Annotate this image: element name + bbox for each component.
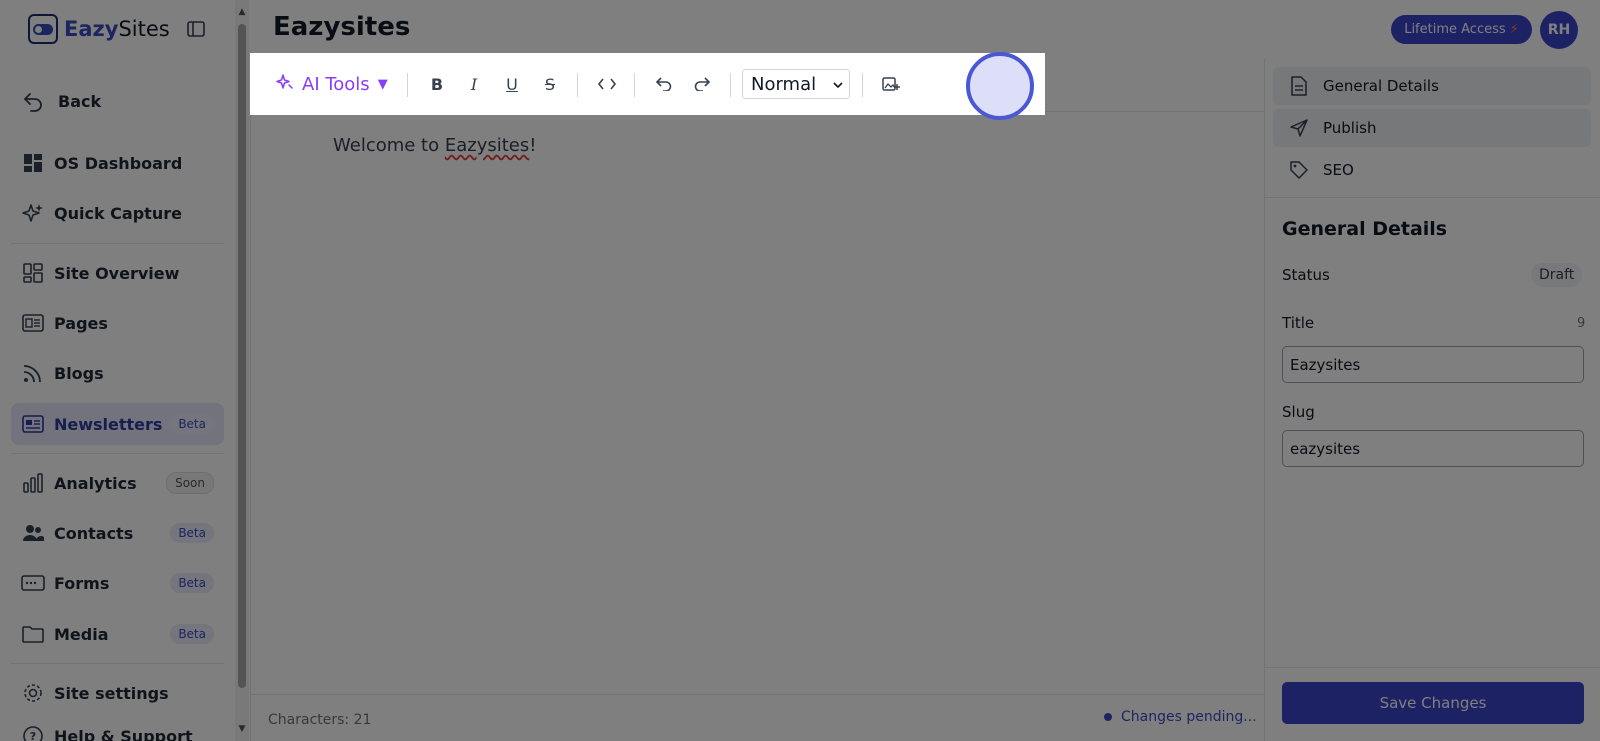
caret-down-icon: ▼ — [377, 77, 388, 92]
strikethrough-icon[interactable]: S — [539, 73, 561, 95]
toolbar-separator — [862, 73, 863, 97]
chevron-down-icon — [831, 76, 845, 97]
insert-image-icon[interactable] — [880, 73, 902, 95]
ai-tools-button[interactable]: AI Tools ▼ — [276, 73, 388, 96]
toolbar-separator — [634, 73, 635, 97]
editor-toolbar: AI Tools ▼ B I U S Normal — [250, 53, 1045, 115]
bold-icon[interactable]: B — [426, 73, 448, 95]
ai-sparkle-icon — [276, 73, 294, 96]
click-indicator — [966, 52, 1034, 120]
text-style-select[interactable]: Normal — [742, 69, 850, 99]
redo-icon[interactable] — [691, 73, 713, 95]
underline-icon[interactable]: U — [501, 73, 523, 95]
italic-icon[interactable]: I — [463, 73, 485, 95]
toolbar-separator — [407, 73, 408, 97]
toolbar-separator — [730, 73, 731, 97]
undo-icon[interactable] — [653, 73, 675, 95]
toolbar-separator — [577, 73, 578, 97]
code-icon[interactable] — [596, 73, 618, 95]
